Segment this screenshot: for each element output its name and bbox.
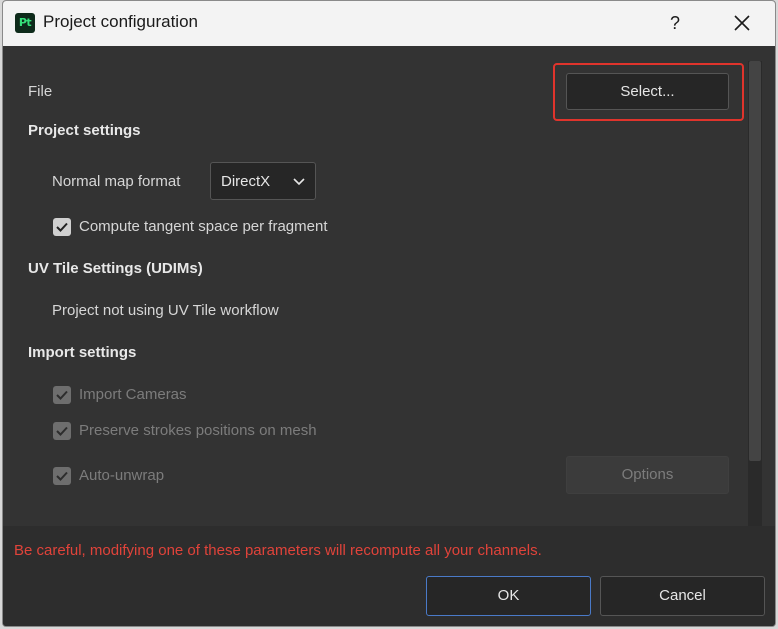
checkmark-icon — [56, 471, 68, 481]
dialog-footer: Be careful, modifying one of these param… — [3, 526, 775, 626]
preserve-strokes-checkbox[interactable] — [53, 422, 71, 440]
settings-panel: File Select... Project settings Normal m… — [3, 46, 775, 526]
file-label: File — [28, 83, 53, 100]
title-bar: Pt Project configuration ? — [3, 1, 775, 46]
import-cameras-checkbox[interactable] — [53, 386, 71, 404]
project-configuration-dialog: Pt Project configuration ? File Select..… — [2, 0, 776, 627]
normal-map-format-value: DirectX — [221, 173, 271, 190]
preserve-strokes-label: Preserve strokes positions on mesh — [79, 422, 317, 439]
normal-map-format-label: Normal map format — [52, 173, 181, 190]
import-cameras-label: Import Cameras — [79, 386, 187, 403]
cancel-button[interactable]: Cancel — [600, 576, 765, 616]
tangent-space-label: Compute tangent space per fragment — [79, 218, 328, 235]
checkmark-icon — [56, 222, 68, 232]
recompute-warning-text: Be careful, modifying one of these param… — [14, 542, 542, 559]
uv-tile-status-text: Project not using UV Tile workflow — [52, 302, 279, 319]
chevron-down-icon — [293, 178, 305, 186]
help-button[interactable]: ? — [663, 11, 687, 35]
auto-unwrap-options-button[interactable]: Options — [566, 456, 729, 494]
close-icon — [734, 15, 750, 31]
select-file-button[interactable]: Select... — [566, 73, 729, 110]
normal-map-format-dropdown[interactable]: DirectX — [210, 162, 316, 200]
auto-unwrap-checkbox[interactable] — [53, 467, 71, 485]
project-settings-header: Project settings — [28, 122, 141, 139]
uv-tile-settings-header: UV Tile Settings (UDIMs) — [28, 260, 203, 277]
tangent-space-checkbox[interactable] — [53, 218, 71, 236]
painter-app-icon: Pt — [15, 13, 35, 33]
window-title: Project configuration — [43, 12, 198, 31]
checkmark-icon — [56, 390, 68, 400]
auto-unwrap-label: Auto-unwrap — [79, 467, 165, 484]
checkmark-icon — [56, 426, 68, 436]
scrollbar-thumb[interactable] — [749, 61, 761, 461]
import-settings-header: Import settings — [28, 344, 137, 361]
ok-button[interactable]: OK — [426, 576, 591, 616]
close-button[interactable] — [729, 10, 755, 36]
